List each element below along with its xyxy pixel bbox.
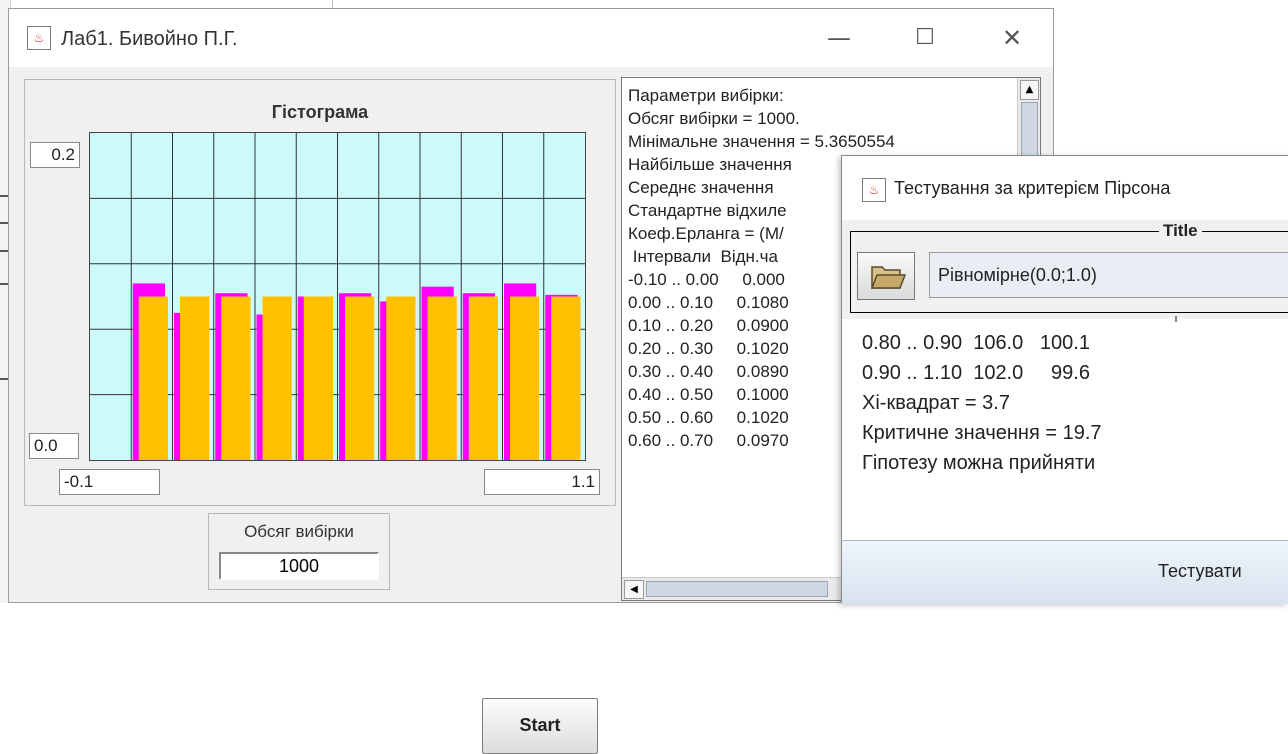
plot-area [89, 132, 586, 461]
results-text: 0.80 .. 0.90 106.0 100.1 0.90 .. 1.10 102… [862, 328, 1102, 478]
bar-theoretical [345, 296, 375, 460]
test-button[interactable]: Тестувати [842, 540, 1288, 604]
y-max-field[interactable]: 0.2 [30, 142, 80, 168]
scroll-up-icon[interactable]: ▲ [1020, 80, 1039, 100]
window-title: Лаб1. Бивойно П.Г. [61, 28, 238, 50]
x-min-field[interactable]: -0.1 [59, 469, 160, 495]
pearson-dialog: ♨ Тестування за критерієм Пірсона Title … [841, 155, 1288, 604]
results-tick [1175, 316, 1177, 322]
open-folder-button[interactable] [857, 252, 915, 300]
folder-icon [870, 266, 907, 289]
bar-theoretical [262, 296, 292, 460]
result-line: Хі-квадрат = 3.7 [862, 392, 1010, 414]
java-cup-icon: ♨ [862, 178, 886, 202]
bar-theoretical [303, 296, 333, 460]
sample-size-label: Обсяг вибірки [244, 522, 354, 541]
bar-theoretical [221, 296, 251, 460]
x-max-field[interactable]: 1.1 [484, 469, 600, 495]
dialog-titlebar[interactable]: ♨ Тестування за критерієм Пірсона [842, 156, 1288, 220]
histogram-chart [90, 133, 585, 460]
bar-theoretical [180, 296, 210, 460]
desktop-mark [0, 283, 8, 285]
result-line: 0.80 .. 0.90 106.0 100.1 [862, 332, 1090, 354]
test-button-label: Тестувати [1158, 561, 1242, 581]
minimize-button[interactable]: — [816, 19, 862, 57]
output-line: Мінімальне значення = 5.3650554 [628, 132, 895, 151]
bar-theoretical [427, 296, 457, 460]
chart-title: Гістограма [271, 102, 369, 122]
output-line: Параметри вибірки: [628, 86, 784, 105]
desktop-mark [0, 378, 8, 380]
result-line: Критичне значення = 19.7 [862, 422, 1102, 444]
result-line: Гіпотезу можна прийняти [862, 452, 1096, 474]
output-line: Обсяг вибірки = 1000. [628, 109, 800, 128]
group-title: Title [1159, 221, 1202, 241]
histogram-panel: Гістограма 0.2 0.0 -0.1 1.1 [24, 79, 616, 506]
desktop-mark [0, 250, 8, 252]
desktop-mark [0, 195, 8, 197]
bar-theoretical [386, 296, 416, 460]
scroll-left-icon[interactable]: ◀ [624, 580, 644, 599]
start-button[interactable]: Start [482, 698, 598, 754]
sample-size-input[interactable]: 1000 [219, 552, 379, 580]
result-line: 0.90 .. 1.10 102.0 99.6 [862, 362, 1090, 384]
horizontal-scroll-thumb[interactable] [646, 581, 828, 597]
distribution-select[interactable]: Рівномірне(0.0;1.0) [929, 252, 1288, 298]
main-titlebar[interactable]: ♨ Лаб1. Бивойно П.Г. — ☐ ✕ [9, 9, 1053, 67]
desktop-mark [0, 222, 8, 224]
bar-theoretical [138, 296, 168, 460]
sample-size-group: Обсяг вибірки 1000 [208, 513, 390, 590]
bar-theoretical [468, 296, 498, 460]
distribution-group: Title Рівномірне(0.0;1.0) [850, 221, 1288, 313]
close-button[interactable]: ✕ [989, 19, 1035, 57]
bar-theoretical [510, 296, 540, 460]
y-min-field[interactable]: 0.0 [29, 433, 79, 459]
maximize-button[interactable]: ☐ [902, 19, 948, 57]
bar-theoretical [551, 296, 581, 460]
dialog-title: Тестування за критерієм Пірсона [894, 178, 1171, 198]
java-cup-icon: ♨ [27, 26, 51, 50]
